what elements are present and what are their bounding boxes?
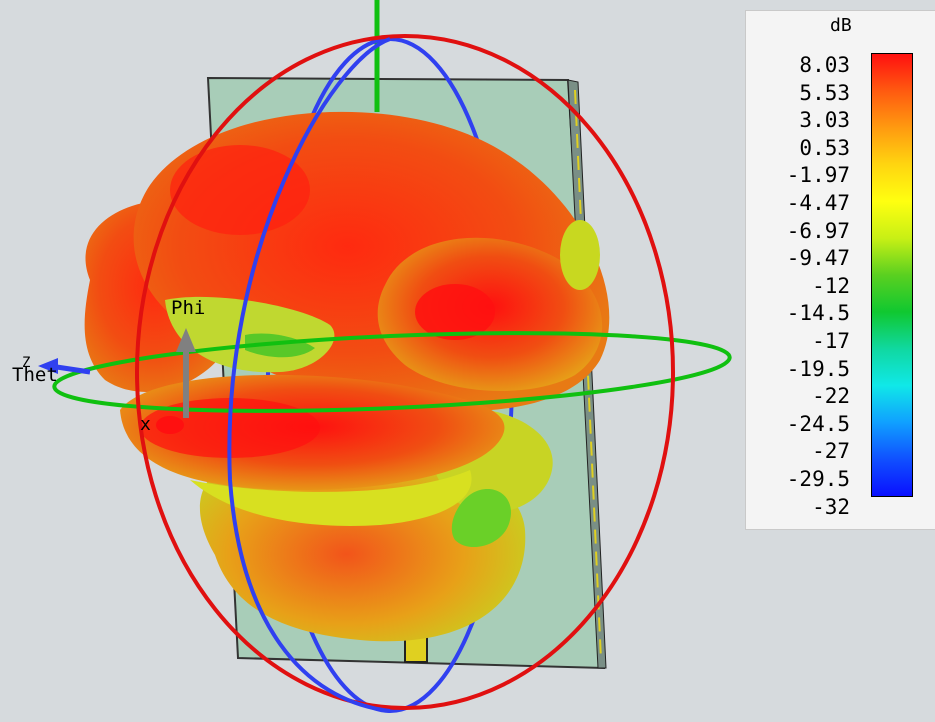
legend-tick-label: -6.97	[786, 218, 850, 243]
legend-tick-label: -4.47	[786, 191, 850, 215]
legend-tick-label: -22	[812, 384, 850, 409]
legend-tick-label: 8.03	[799, 53, 850, 77]
legend-tick-label: -1.97	[786, 163, 850, 188]
legend-tick-label: -32	[812, 494, 850, 519]
phi-label: Phi	[171, 297, 205, 319]
legend-tick-label: -17	[812, 329, 850, 353]
legend-tick-label: -27	[812, 439, 850, 464]
legend-tick-label: 3.03	[799, 108, 850, 133]
color-legend: dB 8.03 5.53 3.03 0.53 -1.97 -4.47 -6.97 -9.47-…	[745, 10, 935, 530]
legend-colorbar	[871, 53, 913, 497]
legend-tick-label: -29.5	[786, 467, 850, 491]
x-label: x	[140, 414, 151, 435]
legend-tick-label: -12	[812, 273, 850, 298]
legend-tick-label: -14.5	[786, 301, 850, 326]
legend-tick-label: 5.53	[799, 80, 850, 105]
far-field-3d-view[interactable]: Phi Z Thet x dB 8.03 5.53 3.03 0.53 -1.97 -4.…	[0, 0, 935, 718]
x-axis-marker	[156, 416, 184, 434]
legend-tick-label: -9.47	[786, 246, 850, 271]
theta-label: Thet	[12, 364, 58, 386]
legend-tick-label: 0.53	[799, 135, 850, 160]
legend-tick-label: -19.5	[786, 356, 850, 381]
legend-tick-label: -24.5	[786, 411, 850, 436]
legend-unit: dB	[830, 15, 852, 36]
